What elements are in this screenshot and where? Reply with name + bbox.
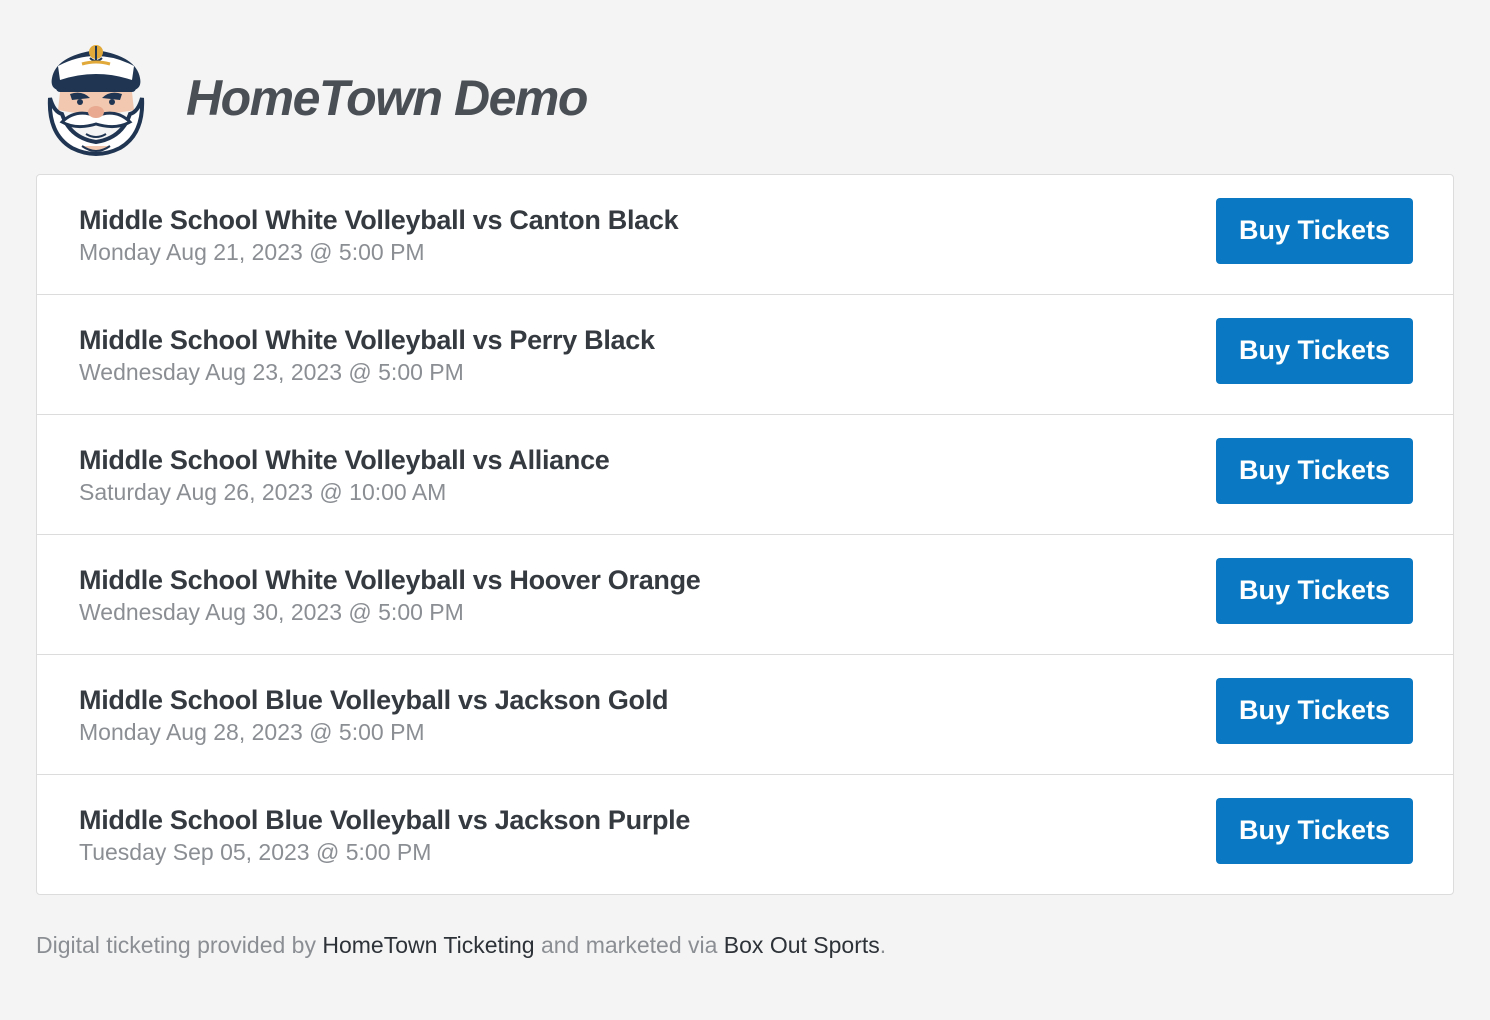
event-row: Middle School Blue Volleyball vs Jackson…: [37, 775, 1453, 894]
event-info: Middle School White Volleyball vs Canton…: [79, 203, 679, 267]
footer-prefix-text: Digital ticketing provided by: [36, 932, 323, 958]
event-date: Wednesday Aug 30, 2023 @ 5:00 PM: [79, 598, 464, 625]
event-row: Middle School White Volleyball vs Hoover…: [37, 535, 1453, 655]
event-date: Saturday Aug 26, 2023 @ 10:00 AM: [79, 478, 447, 505]
event-row: Middle School White Volleyball vs Allian…: [37, 415, 1453, 535]
buy-tickets-button[interactable]: Buy Tickets: [1216, 677, 1413, 744]
event-date: Wednesday Aug 23, 2023 @ 5:00 PM: [79, 358, 464, 385]
event-row: Middle School White Volleyball vs Perry …: [37, 295, 1453, 415]
event-info: Middle School Blue Volleyball vs Jackson…: [79, 803, 690, 867]
hometown-ticketing-link[interactable]: HomeTown Ticketing: [322, 932, 534, 958]
event-date: Monday Aug 21, 2023 @ 5:00 PM: [79, 238, 425, 265]
event-title: Middle School White Volleyball vs Canton…: [79, 204, 679, 235]
event-date: Monday Aug 28, 2023 @ 5:00 PM: [79, 718, 425, 745]
event-info: Middle School White Volleyball vs Hoover…: [79, 563, 701, 627]
event-list: Middle School White Volleyball vs Canton…: [36, 174, 1454, 895]
event-title: Middle School White Volleyball vs Perry …: [79, 324, 655, 355]
event-info: Middle School White Volleyball vs Allian…: [79, 443, 610, 507]
buy-tickets-button[interactable]: Buy Tickets: [1216, 317, 1413, 384]
event-row: Middle School Blue Volleyball vs Jackson…: [37, 655, 1453, 775]
event-title: Middle School Blue Volleyball vs Jackson…: [79, 804, 691, 835]
footer-suffix-text: .: [879, 932, 887, 958]
captain-mascot-logo-icon: [47, 45, 145, 156]
footer: Digital ticketing provided by HomeTown T…: [36, 932, 886, 959]
page: HomeTown Demo Middle School White Volley…: [0, 0, 1490, 1020]
event-date: Tuesday Sep 05, 2023 @ 5:00 PM: [79, 838, 432, 865]
event-title: Middle School White Volleyball vs Hoover…: [79, 564, 701, 595]
event-title: Middle School Blue Volleyball vs Jackson…: [79, 684, 669, 715]
event-info: Middle School White Volleyball vs Perry …: [79, 323, 655, 387]
event-row: Middle School White Volleyball vs Canton…: [37, 175, 1453, 295]
event-title: Middle School White Volleyball vs Allian…: [79, 444, 610, 475]
buy-tickets-button[interactable]: Buy Tickets: [1216, 197, 1413, 264]
brand-title: HomeTown Demo: [186, 70, 588, 126]
footer-middle-text: and marketed via: [534, 932, 724, 958]
box-out-sports-link[interactable]: Box Out Sports: [724, 932, 880, 958]
event-info: Middle School Blue Volleyball vs Jackson…: [79, 683, 668, 747]
buy-tickets-button[interactable]: Buy Tickets: [1216, 557, 1413, 624]
buy-tickets-button[interactable]: Buy Tickets: [1216, 437, 1413, 504]
buy-tickets-button[interactable]: Buy Tickets: [1216, 797, 1413, 864]
header: HomeTown Demo: [42, 38, 588, 158]
